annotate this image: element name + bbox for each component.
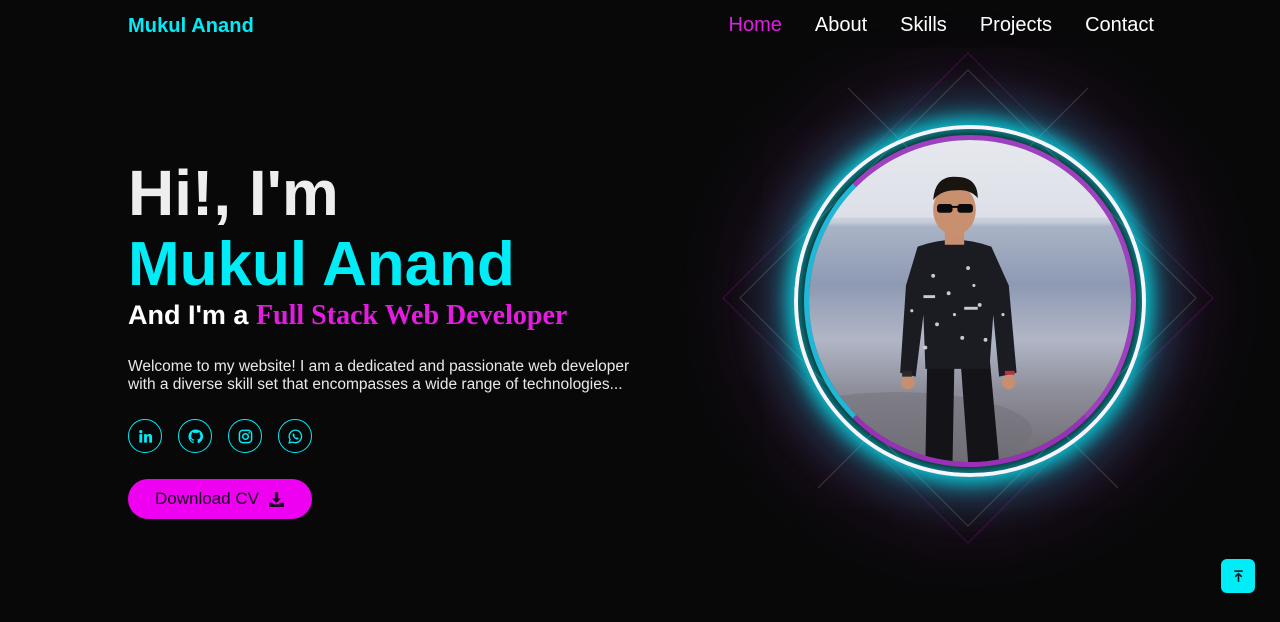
linkedin-link[interactable] (128, 419, 162, 453)
intro-line-2: with a diverse skill set that encompasse… (128, 376, 623, 393)
hero-role-line: And I'm a Full Stack Web Developer (128, 300, 567, 332)
nav-home[interactable]: Home (729, 14, 782, 37)
main-nav: Home About Skills Projects Contact (729, 14, 1154, 37)
github-link[interactable] (178, 419, 212, 453)
whatsapp-icon (287, 428, 302, 444)
site-logo[interactable]: Mukul Anand (128, 15, 254, 38)
site-header: Mukul Anand Home About Skills Projects C… (0, 0, 1280, 54)
nav-contact[interactable]: Contact (1085, 14, 1154, 37)
hero-name: Mukul Anand (128, 230, 515, 299)
arrow-up-icon (1233, 569, 1243, 582)
linkedin-icon (138, 429, 152, 443)
role-title: Full Stack Web Developer (255, 300, 568, 331)
instagram-link[interactable] (228, 419, 262, 453)
download-icon (269, 491, 284, 507)
instagram-icon (238, 429, 252, 443)
download-cv-label: Download CV (155, 489, 259, 508)
intro-line-1: Welcome to my website! I am a dedicated … (128, 358, 630, 375)
nav-projects[interactable]: Projects (980, 14, 1052, 37)
page: Mukul Anand Home About Skills Projects C… (0, 0, 1280, 622)
github-icon (187, 428, 203, 443)
hero-greeting: Hi!, I'm (128, 157, 339, 229)
portrait-frame (794, 125, 1146, 477)
scroll-top-button[interactable] (1221, 559, 1255, 593)
hero-intro: Welcome to my website! I am a dedicated … (128, 358, 648, 394)
person-figure (809, 176, 1131, 462)
nav-about[interactable]: About (815, 14, 867, 37)
social-links (128, 419, 312, 453)
download-cv-button[interactable]: Download CV (128, 479, 312, 519)
profile-photo (804, 135, 1136, 467)
whatsapp-link[interactable] (278, 419, 312, 453)
nav-skills[interactable]: Skills (900, 14, 947, 37)
role-prefix: And I'm a (128, 300, 256, 330)
